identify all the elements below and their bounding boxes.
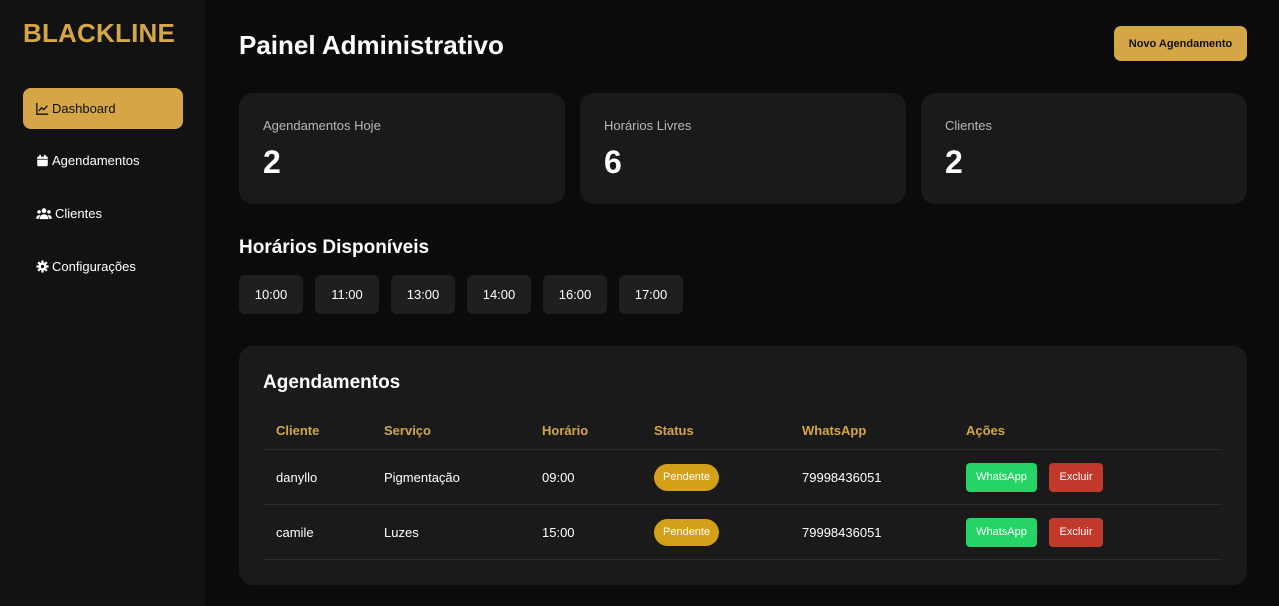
stat-label: Horários Livres xyxy=(604,118,692,133)
appointments-card: Agendamentos Cliente Serviço Horário Sta… xyxy=(239,346,1247,585)
users-icon xyxy=(35,207,52,221)
sidebar-item-label: Agendamentos xyxy=(52,153,140,168)
appointments-table: Cliente Serviço Horário Status WhatsApp … xyxy=(263,412,1222,560)
cell-whatsapp: 79998436051 xyxy=(802,469,882,485)
slot-chip[interactable]: 17:00 xyxy=(619,275,683,314)
cell-actions: WhatsApp Excluir xyxy=(966,450,1103,504)
table-row: danyllo Pigmentação 09:00 Pendente 79998… xyxy=(263,450,1222,505)
slot-chip[interactable]: 14:00 xyxy=(467,275,531,314)
cell-servico: Luzes xyxy=(384,524,419,540)
status-badge: Pendente xyxy=(654,518,720,546)
sidebar-item-clientes[interactable]: Clientes xyxy=(23,193,183,234)
sidebar-item-label: Dashboard xyxy=(52,101,116,116)
stat-value: 2 xyxy=(263,144,281,180)
table-row: camile Luzes 15:00 Pendente 79998436051 … xyxy=(263,505,1222,560)
whatsapp-button[interactable]: WhatsApp xyxy=(966,517,1037,547)
slot-list: 10:00 11:00 13:00 14:00 16:00 17:00 xyxy=(239,275,683,314)
sidebar-item-agendamentos[interactable]: Agendamentos xyxy=(23,140,183,181)
cell-status: Pendente xyxy=(654,450,720,504)
cell-cliente: danyllo xyxy=(276,469,318,485)
sidebar-item-configuracoes[interactable]: Configurações xyxy=(23,246,183,287)
stat-card-today: Agendamentos Hoje 2 xyxy=(239,93,565,204)
column-header-horario: Horário xyxy=(542,423,589,438)
cell-servico: Pigmentação xyxy=(384,469,460,485)
cell-cliente: camile xyxy=(276,524,314,540)
stat-label: Agendamentos Hoje xyxy=(263,118,381,133)
delete-button[interactable]: Excluir xyxy=(1049,517,1103,547)
calendar-icon xyxy=(35,154,49,168)
cell-status: Pendente xyxy=(654,505,720,559)
cell-actions: WhatsApp Excluir xyxy=(966,505,1103,559)
chart-line-icon xyxy=(35,102,49,116)
stat-value: 6 xyxy=(604,144,622,180)
cell-horario: 15:00 xyxy=(542,524,575,540)
table-header-row: Cliente Serviço Horário Status WhatsApp … xyxy=(263,412,1222,450)
cell-horario: 09:00 xyxy=(542,469,575,485)
slot-chip[interactable]: 16:00 xyxy=(543,275,607,314)
column-header-whatsapp: WhatsApp xyxy=(802,423,867,438)
delete-button[interactable]: Excluir xyxy=(1049,462,1103,492)
sidebar: BLACKLINE Dashboard Agendamentos Cliente… xyxy=(0,0,206,606)
new-appointment-button[interactable]: Novo Agendamento xyxy=(1114,26,1247,61)
available-slots-title: Horários Disponíveis xyxy=(239,237,430,258)
sidebar-item-dashboard[interactable]: Dashboard xyxy=(23,88,183,129)
column-header-cliente: Cliente xyxy=(276,423,320,438)
sidebar-item-label: Configurações xyxy=(52,259,136,274)
sidebar-item-label: Clientes xyxy=(55,206,102,221)
column-header-servico: Serviço xyxy=(384,423,431,438)
cell-whatsapp: 79998436051 xyxy=(802,524,882,540)
appointments-title: Agendamentos xyxy=(263,372,401,393)
stat-value: 2 xyxy=(945,144,963,180)
stat-card-free-slots: Horários Livres 6 xyxy=(580,93,906,204)
gear-icon xyxy=(35,260,49,274)
column-header-acoes: Ações xyxy=(966,423,1006,438)
slot-chip[interactable]: 11:00 xyxy=(315,275,379,314)
stat-label: Clientes xyxy=(945,118,992,133)
status-badge: Pendente xyxy=(654,463,720,491)
slot-chip[interactable]: 10:00 xyxy=(239,275,303,314)
page-title: Painel Administrativo xyxy=(239,30,504,60)
whatsapp-button[interactable]: WhatsApp xyxy=(966,462,1037,492)
slot-chip[interactable]: 13:00 xyxy=(391,275,455,314)
column-header-status: Status xyxy=(654,423,694,438)
stat-card-clients: Clientes 2 xyxy=(921,93,1247,204)
brand-logo: BLACKLINE xyxy=(23,18,176,48)
